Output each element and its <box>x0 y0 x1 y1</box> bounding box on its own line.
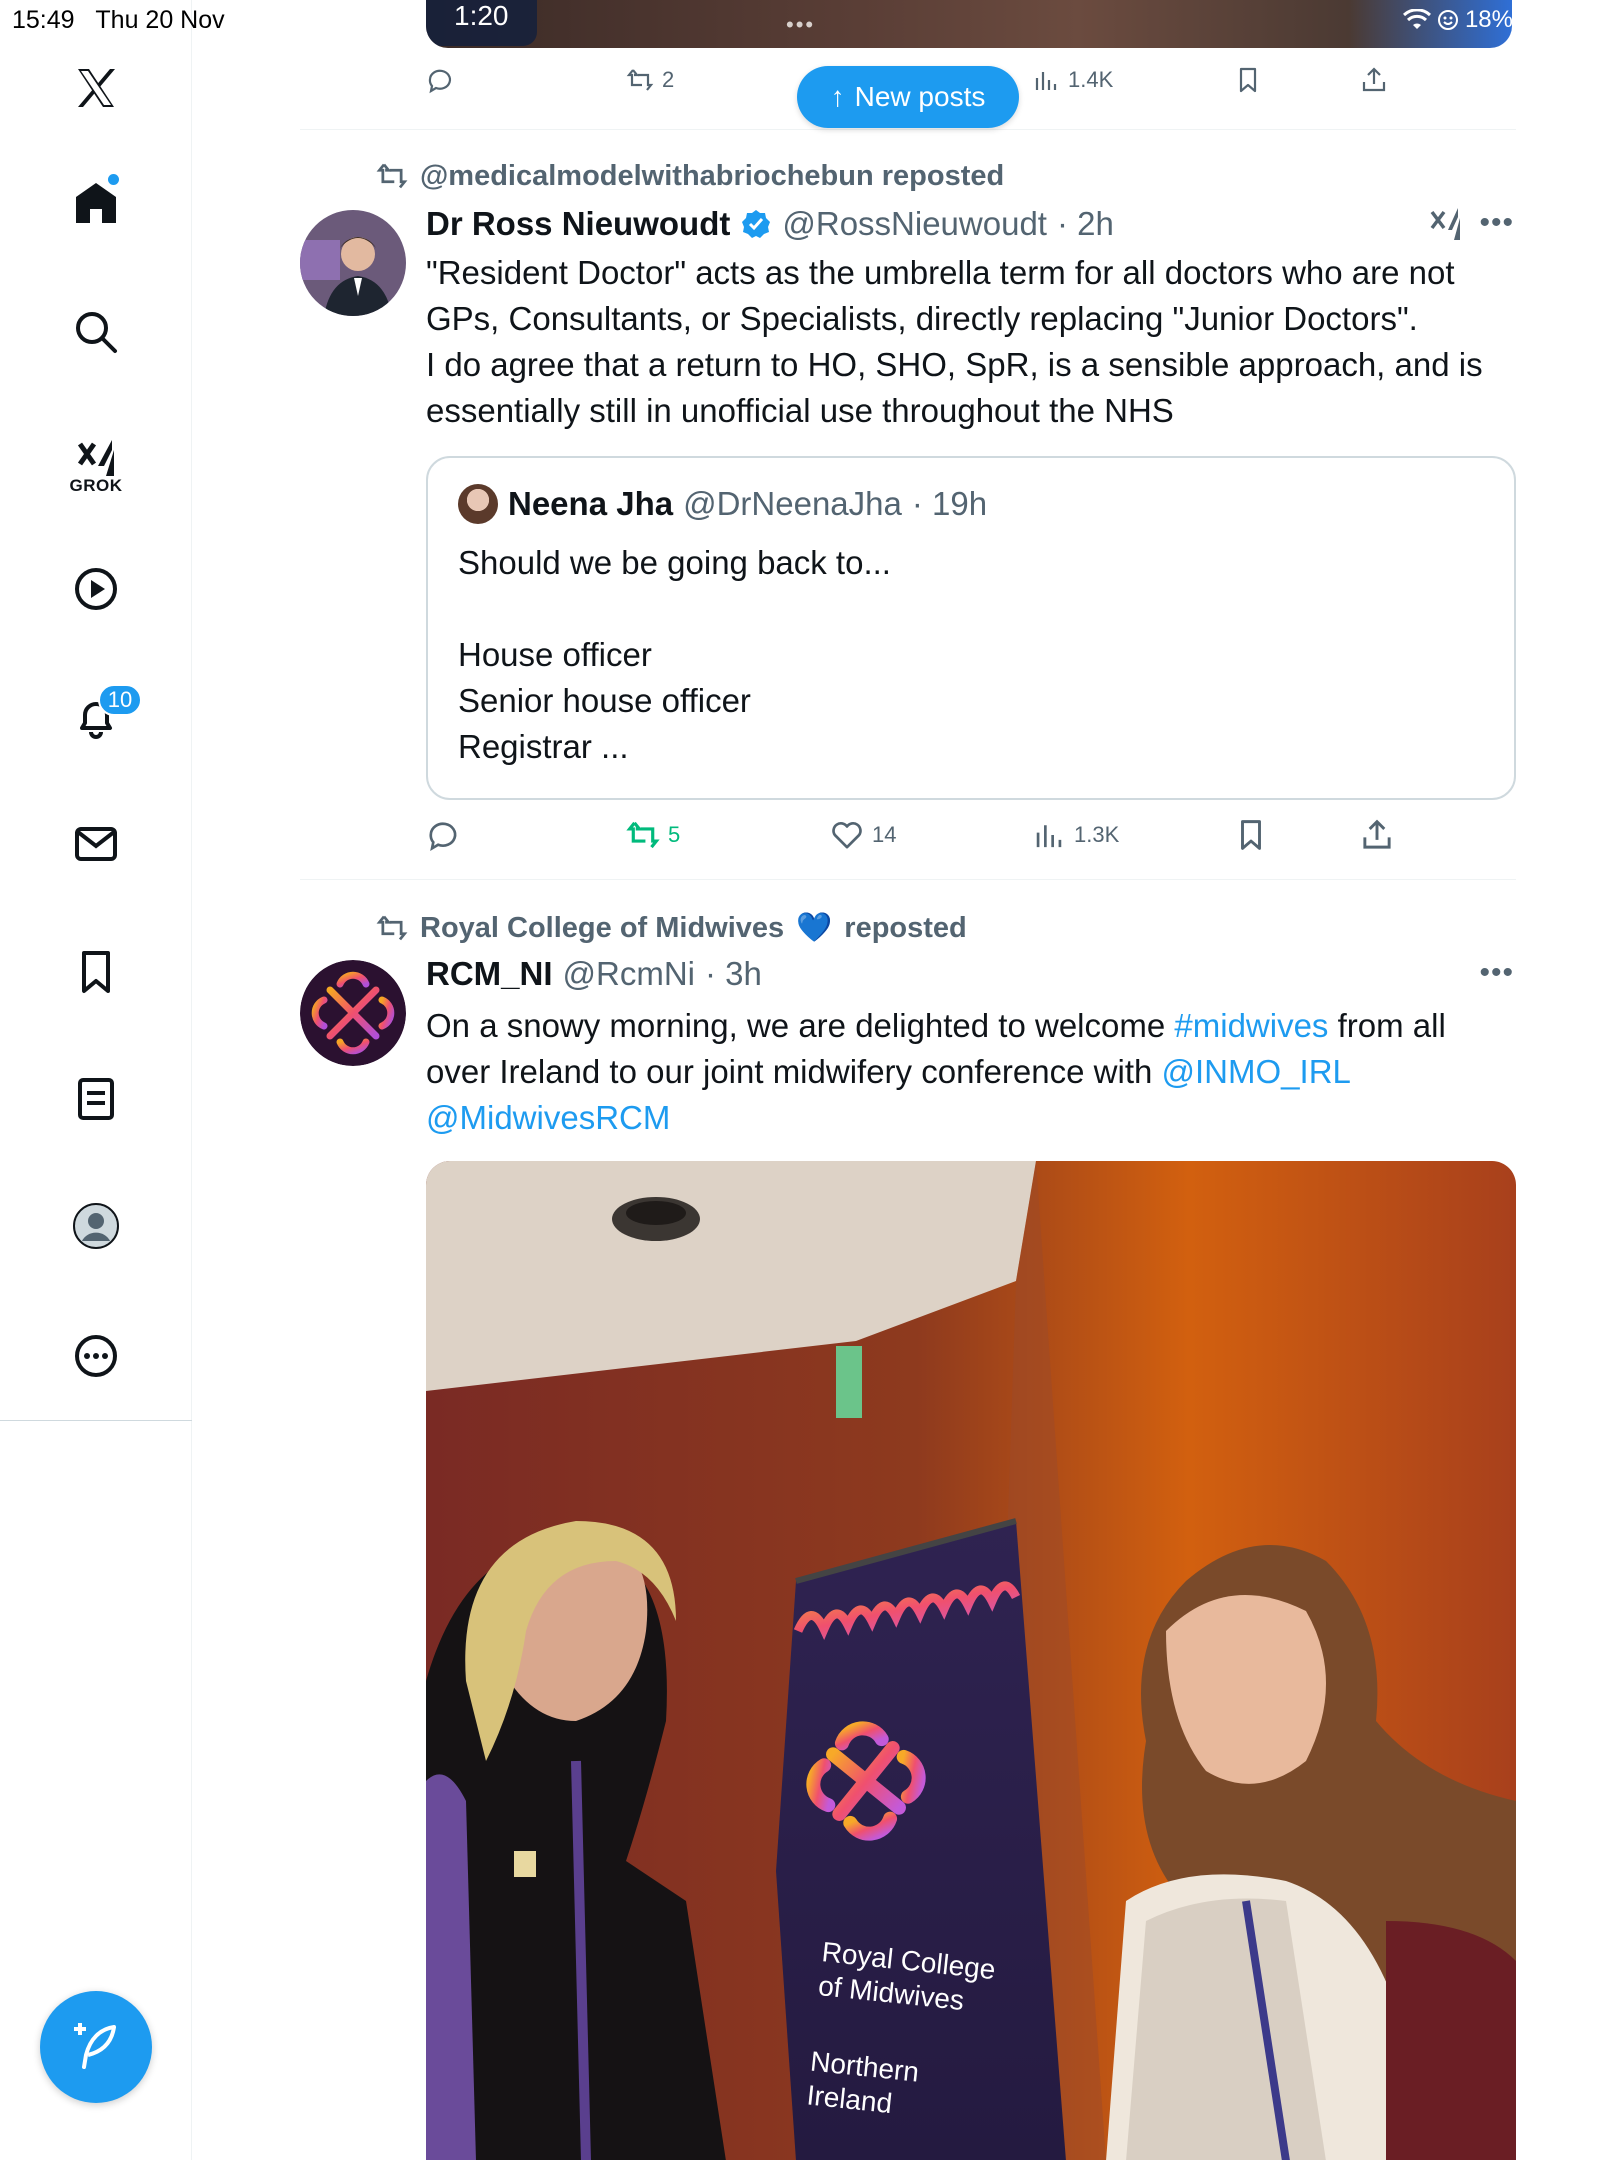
date-text: Thu 20 Nov <box>95 6 225 34</box>
status-time: 15:49 Thu 20 Nov <box>12 6 225 35</box>
repost-count: 5 <box>668 822 681 847</box>
post-divider <box>300 129 1516 130</box>
arrow-up-icon: ↑ <box>830 81 845 112</box>
more-options-icon[interactable] <box>56 1316 136 1396</box>
post2-avatar[interactable] <box>300 960 406 1066</box>
repost-icon <box>376 163 408 189</box>
view-count: 1.4K <box>1068 67 1114 92</box>
focus-icon <box>1437 10 1458 30</box>
post2-repost-context: Royal College of Midwives 💙 reposted <box>376 910 967 946</box>
quote-text: Should we be going back to... House offi… <box>458 544 891 765</box>
bookmarks-icon[interactable] <box>56 932 136 1012</box>
notifications-badge: 10 <box>98 684 142 716</box>
bookmark-button[interactable] <box>1234 818 1268 852</box>
wifi-icon <box>1402 9 1431 29</box>
views-icon <box>1036 825 1062 848</box>
post1-avatar[interactable] <box>300 210 406 316</box>
messages-icon[interactable] <box>56 804 136 884</box>
profile-icon[interactable] <box>56 1186 136 1266</box>
author-name[interactable]: Dr Ross Nieuwoudt <box>426 205 730 243</box>
grok-label: GROK <box>69 476 123 495</box>
heart-icon <box>832 822 862 849</box>
video-icon[interactable] <box>56 549 136 629</box>
text-part: On a snowy morning, we are delighted to … <box>426 1007 1175 1044</box>
post2-photo[interactable]: Royal College of Midwives Northern Irela… <box>426 1161 1516 2160</box>
time-text: 15:49 <box>12 6 75 34</box>
post1-repost-context: @medicalmodelwithabriochebun reposted <box>376 158 1004 194</box>
reply-icon <box>428 69 452 94</box>
post-time[interactable]: · 2h <box>1057 205 1114 243</box>
grok-explain-icon[interactable] <box>1428 206 1464 242</box>
repost-suffix: reposted <box>844 911 967 944</box>
post2-header: RCM_NI @RcmNi · 3h <box>426 952 762 996</box>
share-icon <box>1362 67 1386 92</box>
view-count: 1.3K <box>1074 822 1120 847</box>
post-divider <box>300 879 1516 880</box>
quote-time: · 19h <box>911 485 988 522</box>
battery-percent: 18% <box>1464 6 1513 33</box>
mention-link[interactable]: @INMO_IRL <box>1162 1053 1351 1090</box>
compose-button[interactable] <box>40 1991 152 2103</box>
reply-button[interactable] <box>426 66 454 94</box>
reply-button[interactable] <box>426 818 460 852</box>
compose-feather-icon <box>74 2023 116 2069</box>
x-logo-icon[interactable] <box>56 48 136 128</box>
author-handle[interactable]: @RossNieuwoudt <box>782 205 1047 243</box>
status-bar: 15:49 Thu 20 Nov 18% <box>0 0 1620 40</box>
author-name[interactable]: RCM_NI <box>426 955 553 993</box>
views-icon <box>1035 72 1057 90</box>
share-button[interactable] <box>1360 66 1388 94</box>
post1-header: Dr Ross Nieuwoudt @RossNieuwoudt · 2h <box>426 202 1114 246</box>
post1-text: "Resident Doctor" acts as the umbrella t… <box>426 254 1483 429</box>
quote-author-name: Neena Jha <box>508 485 674 522</box>
repost-icon <box>626 69 654 91</box>
reply-icon <box>429 822 457 852</box>
bookmark-icon <box>1241 820 1261 850</box>
post1-actions: 5 14 1.3K <box>426 818 1512 858</box>
repost-by-text[interactable]: @medicalmodelwithabriochebun reposted <box>420 160 1004 193</box>
author-handle[interactable]: @RcmNi <box>563 955 695 993</box>
post-time[interactable]: · 3h <box>705 955 762 993</box>
repost-icon <box>626 821 660 849</box>
post2-text: On a snowy morning, we are delighted to … <box>426 1003 1516 1141</box>
bookmark-button[interactable] <box>1234 66 1262 94</box>
quote-author-handle: @DrNeenaJha <box>683 485 902 522</box>
bookmark-icon <box>1239 67 1257 93</box>
blue-heart-emoji: 💙 <box>796 912 833 944</box>
sidebar: GROK 10 <box>0 0 192 2160</box>
home-icon[interactable] <box>56 163 136 243</box>
views-button[interactable]: 1.3K <box>1032 818 1119 852</box>
repost-icon <box>376 915 408 941</box>
home-unread-dot <box>108 174 119 185</box>
share-icon <box>1363 819 1391 849</box>
battery-icon <box>1519 9 1565 31</box>
like-button[interactable]: 14 <box>830 818 896 852</box>
new-posts-button[interactable]: ↑ New posts <box>797 66 1019 128</box>
repost-button[interactable]: 2 <box>626 66 674 94</box>
sidebar-divider <box>0 1420 192 1421</box>
more-options-icon[interactable]: ••• <box>1479 956 1514 990</box>
share-button[interactable] <box>1360 818 1394 852</box>
quote-header: Neena Jha @DrNeenaJha · 19h <box>458 484 987 524</box>
quoted-post[interactable]: Neena Jha @DrNeenaJha · 19h Should we be… <box>426 456 1516 800</box>
views-button[interactable]: 1.4K <box>1032 66 1113 94</box>
repost-button[interactable]: 5 <box>626 818 680 852</box>
repost-count: 2 <box>662 67 675 92</box>
like-count: 14 <box>872 822 897 847</box>
repost-by-name[interactable]: Royal College of Midwives <box>420 912 784 945</box>
lists-icon[interactable] <box>56 1059 136 1139</box>
hashtag-link[interactable]: #midwives <box>1174 1007 1328 1044</box>
more-options-icon[interactable]: ••• <box>1479 206 1514 240</box>
quote-avatar <box>458 484 498 524</box>
verified-badge-icon <box>742 210 771 238</box>
status-indicators: 18% <box>1402 6 1570 34</box>
new-posts-label: New posts <box>854 81 986 112</box>
search-icon[interactable] <box>56 292 136 372</box>
mention-link[interactable]: @MidwivesRCM <box>426 1099 670 1136</box>
